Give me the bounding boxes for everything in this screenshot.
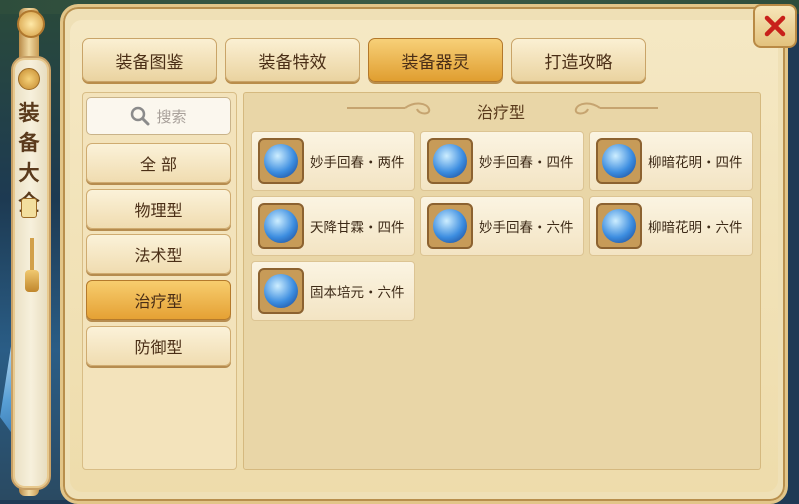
category-physical[interactable]: 物理型 [86,189,231,229]
spirit-item-label: 妙手回春・四件 [479,155,574,171]
spirit-item[interactable]: 柳暗花明・六件 [589,196,753,256]
search-button[interactable]: 搜索 [86,97,231,135]
spirit-item[interactable]: 天降甘霖・四件 [251,196,415,256]
section-title: 治疗型 [476,103,525,122]
star-orb-icon [427,138,473,184]
spirit-item-label: 妙手回春・两件 [310,155,405,171]
spirit-item-label: 天降甘霖・四件 [310,220,405,236]
droplet-orb-icon [258,203,304,249]
spirit-item-label: 柳暗花明・四件 [648,155,743,171]
seal-icon [18,68,40,90]
category-magic[interactable]: 法术型 [86,234,231,274]
spirit-item[interactable]: 妙手回春・两件 [251,131,415,191]
search-icon [131,106,150,126]
tab-equipment-effects[interactable]: 装备特效 [225,38,360,82]
tag-icon [21,198,37,218]
category-defense[interactable]: 防御型 [86,326,231,366]
ornament-right-icon [574,102,658,115]
spirit-item-label: 柳暗花明・六件 [648,220,743,236]
spirit-item-label: 妙手回春・六件 [479,220,574,236]
spirit-item[interactable]: 柳暗花明・四件 [589,131,753,191]
feather-orb-icon [596,138,642,184]
wing-orb-icon [258,138,304,184]
close-button[interactable] [753,4,797,48]
category-healing[interactable]: 治疗型 [86,280,231,320]
spirit-item[interactable]: 妙手回春・四件 [420,131,584,191]
spirit-item[interactable]: 固本培元・六件 [251,261,415,321]
equipment-scroll: 装备大全 [6,8,52,496]
feather-orb-icon [596,203,642,249]
spirit-item[interactable]: 妙手回春・六件 [420,196,584,256]
wing-orb-icon [427,203,473,249]
close-icon [764,15,786,37]
heart-orb-icon [258,268,304,314]
search-placeholder: 搜索 [156,107,187,126]
tassel-icon [25,270,39,292]
tab-equipment-catalog[interactable]: 装备图鉴 [82,38,217,82]
category-all[interactable]: 全 部 [86,143,231,183]
spirit-item-label: 固本培元・六件 [310,285,405,301]
scroll-knob-icon [17,10,45,38]
tab-crafting-guide[interactable]: 打造攻略 [511,38,646,82]
tab-equipment-spirits[interactable]: 装备器灵 [368,38,503,82]
